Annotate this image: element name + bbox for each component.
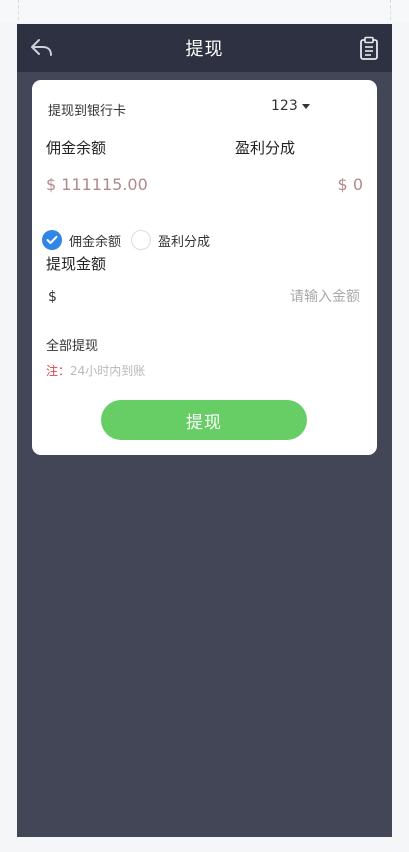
note-text: 24小时内到账 — [70, 364, 146, 378]
bank-select-value: 123 — [271, 98, 298, 114]
top-strip — [0, 0, 409, 22]
back-button[interactable] — [29, 36, 55, 60]
commission-balance-value: $ 111115.00 — [46, 175, 148, 194]
check-circle-icon — [42, 230, 62, 250]
withdraw-submit-button[interactable]: 提现 — [101, 400, 307, 440]
clipboard-button[interactable] — [358, 36, 380, 60]
empty-circle-icon — [131, 230, 152, 250]
header-bar: 提现 — [17, 24, 392, 72]
source-radio-group: 佣金余额 盈利分成 — [42, 229, 220, 251]
amount-input[interactable] — [158, 288, 362, 306]
back-arrow-icon — [31, 39, 52, 56]
profit-share-label: 盈利分成 — [235, 139, 296, 157]
currency-symbol: $ — [48, 289, 57, 305]
page-title: 提现 — [185, 39, 224, 60]
clipboard-icon — [360, 36, 378, 60]
radio-commission[interactable]: 佣金余额 — [42, 230, 121, 250]
radio-commission-label: 佣金余额 — [69, 234, 122, 250]
profit-share-value: $ 0 — [337, 175, 363, 194]
amount-label: 提现金额 — [46, 255, 107, 273]
caret-down-icon — [301, 103, 310, 109]
frame-edge-left — [18, 0, 19, 20]
radio-profit-share-label: 盈利分成 — [158, 234, 211, 250]
withdraw-all-link[interactable]: 全部提现 — [46, 335, 98, 354]
bank-row: 提现到银行卡 123 — [48, 98, 366, 119]
arrival-note: 注：24小时内到账 — [46, 362, 145, 379]
withdraw-card: 提现到银行卡 123 佣金余额 盈利分成 $ 111115.00 $ 0 佣金余… — [32, 80, 377, 455]
amount-input-row: $ — [46, 288, 362, 308]
frame-edge-right — [390, 0, 391, 20]
note-prefix: 注： — [46, 364, 71, 378]
app-screen: 提现 提现到银行卡 123 佣金余额 盈利分成 $ 111115.00 $ 0 — [17, 24, 392, 837]
bank-label: 提现到银行卡 — [48, 104, 127, 119]
bank-select[interactable]: 123 — [271, 98, 310, 114]
radio-profit-share[interactable]: 盈利分成 — [131, 230, 210, 250]
commission-balance-label: 佣金余额 — [46, 139, 107, 157]
